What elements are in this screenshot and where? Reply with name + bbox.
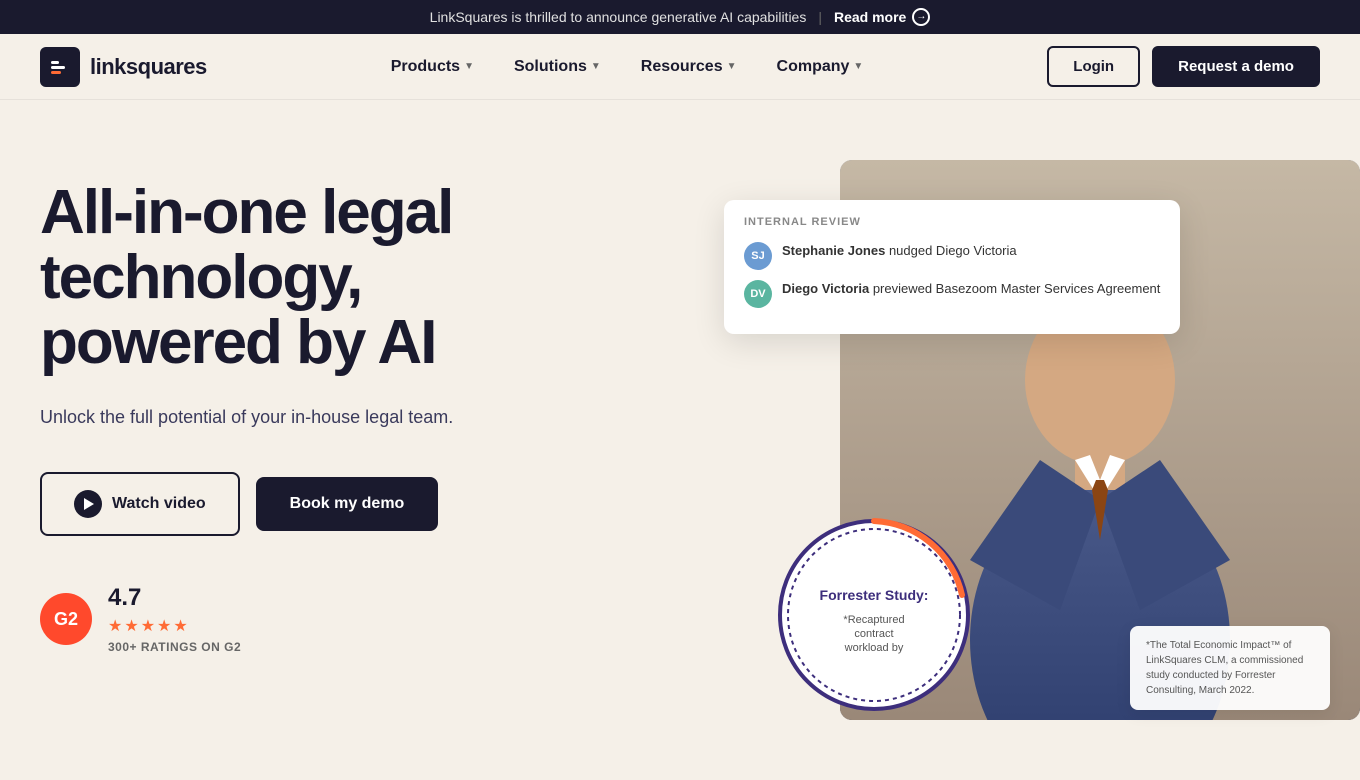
review-text-1: Stephanie Jones nudged Diego Victoria <box>782 242 1017 260</box>
login-button[interactable]: Login <box>1047 46 1140 87</box>
request-demo-button[interactable]: Request a demo <box>1152 46 1320 87</box>
watch-video-label: Watch video <box>112 495 206 513</box>
star-5: ★ <box>173 616 187 636</box>
hero-title: All-in-one legal technology, powered by … <box>40 180 744 375</box>
play-icon <box>74 490 102 518</box>
svg-text:workload by: workload by <box>844 642 904 654</box>
logo-mark <box>40 47 80 87</box>
review-action-2: previewed Basezoom Master Services Agree… <box>873 281 1161 296</box>
star-4: ★ <box>157 616 171 636</box>
avatar-sj-initials: SJ <box>751 250 764 262</box>
nav-item-solutions[interactable]: Solutions ▼ <box>498 50 617 84</box>
hero-title-line1: All-in-one legal <box>40 178 452 247</box>
watch-video-button[interactable]: Watch video <box>40 472 240 536</box>
chevron-down-icon: ▼ <box>591 61 601 72</box>
announcement-divider: | <box>818 9 822 25</box>
hero-buttons: Watch video Book my demo <box>40 472 744 536</box>
hero-title-line3: powered by AI <box>40 308 435 377</box>
nav-item-company[interactable]: Company ▼ <box>761 50 880 84</box>
rating-area: G2 4.7 ★ ★ ★ ★ ★ 300+ RATINGS ON G2 <box>40 584 744 654</box>
hero-section: All-in-one legal technology, powered by … <box>0 100 1360 780</box>
hero-left: All-in-one legal technology, powered by … <box>40 160 744 654</box>
star-1: ★ <box>108 616 122 636</box>
play-triangle <box>84 498 94 510</box>
rating-score: 4.7 <box>108 584 241 612</box>
svg-text:contract: contract <box>854 628 893 640</box>
hero-right: INTERNAL REVIEW SJ Stephanie Jones nudge… <box>744 160 1320 740</box>
announcement-bar: LinkSquares is thrilled to announce gene… <box>0 0 1360 34</box>
forrester-ring-icon: Forrester Study: *Recaptured contract wo… <box>774 515 974 715</box>
logo[interactable]: linksquares <box>40 47 207 87</box>
g2-badge: G2 <box>40 593 92 645</box>
avatar-dv-initials: DV <box>750 288 765 300</box>
nav-solutions-label: Solutions <box>514 58 587 76</box>
book-demo-button[interactable]: Book my demo <box>256 477 439 531</box>
stars-row: ★ ★ ★ ★ ★ <box>108 616 241 636</box>
main-nav: linksquares Products ▼ Solutions ▼ Resou… <box>0 34 1360 100</box>
review-text-2: Diego Victoria previewed Basezoom Master… <box>782 280 1160 298</box>
review-card: INTERNAL REVIEW SJ Stephanie Jones nudge… <box>724 200 1180 334</box>
star-3: ★ <box>141 616 155 636</box>
svg-text:*Recaptured: *Recaptured <box>843 614 904 626</box>
rating-info: 4.7 ★ ★ ★ ★ ★ 300+ RATINGS ON G2 <box>108 584 241 654</box>
review-item-1: SJ Stephanie Jones nudged Diego Victoria <box>744 242 1160 270</box>
book-demo-label: Book my demo <box>290 495 405 513</box>
nav-item-resources[interactable]: Resources ▼ <box>625 50 753 84</box>
svg-text:Forrester Study:: Forrester Study: <box>820 587 929 603</box>
hero-title-line2: technology, <box>40 243 361 312</box>
chevron-down-icon: ▼ <box>464 61 474 72</box>
nav-links: Products ▼ Solutions ▼ Resources ▼ Compa… <box>375 50 880 84</box>
avatar-sj: SJ <box>744 242 772 270</box>
rating-label: 300+ RATINGS ON G2 <box>108 640 241 654</box>
review-action-1: nudged Diego Victoria <box>889 243 1017 258</box>
forrester-footnote-text: *The Total Economic Impact™ of LinkSquar… <box>1146 640 1303 696</box>
reviewer-name-1: Stephanie Jones <box>782 243 885 258</box>
nav-products-label: Products <box>391 58 460 76</box>
read-more-link[interactable]: Read more <box>834 8 930 26</box>
avatar-dv: DV <box>744 280 772 308</box>
g2-label: G2 <box>54 609 78 630</box>
announcement-text: LinkSquares is thrilled to announce gene… <box>430 9 807 25</box>
hero-subtitle: Unlock the full potential of your in-hou… <box>40 403 560 432</box>
read-more-label: Read more <box>834 9 906 25</box>
review-card-title: INTERNAL REVIEW <box>744 216 1160 228</box>
arrow-icon <box>912 8 930 26</box>
nav-resources-label: Resources <box>641 58 723 76</box>
forrester-footnote: *The Total Economic Impact™ of LinkSquar… <box>1130 626 1330 710</box>
reviewer-name-2: Diego Victoria <box>782 281 869 296</box>
nav-item-products[interactable]: Products ▼ <box>375 50 490 84</box>
logo-brand: linksquares <box>90 54 207 80</box>
star-2: ★ <box>124 616 138 636</box>
nav-actions: Login Request a demo <box>1047 46 1320 87</box>
nav-company-label: Company <box>777 58 850 76</box>
review-item-2: DV Diego Victoria previewed Basezoom Mas… <box>744 280 1160 308</box>
chevron-down-icon: ▼ <box>727 61 737 72</box>
forrester-wrapper: Forrester Study: *Recaptured contract wo… <box>774 515 974 720</box>
chevron-down-icon: ▼ <box>853 61 863 72</box>
